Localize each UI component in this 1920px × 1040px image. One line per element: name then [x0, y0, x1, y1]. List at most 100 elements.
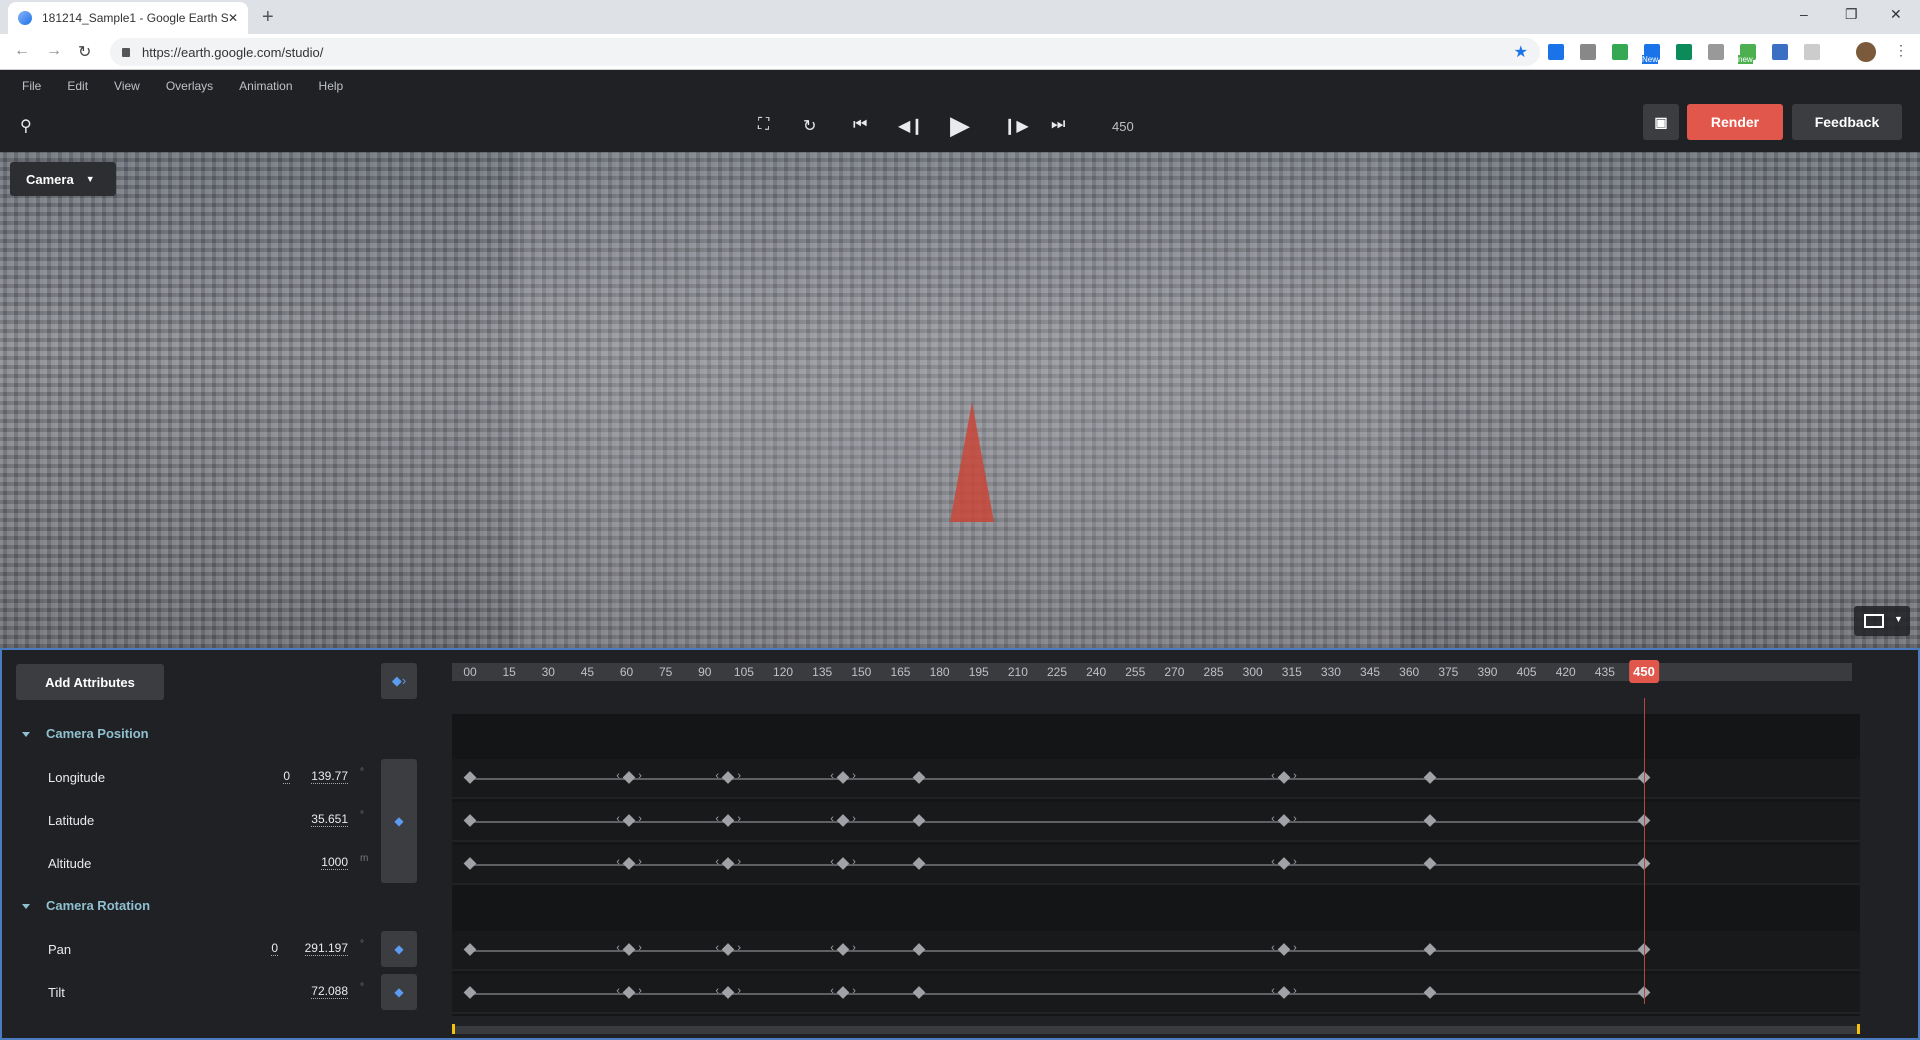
- add-attributes-button[interactable]: Add Attributes: [16, 664, 164, 700]
- keyframe-diamond[interactable]: [721, 986, 735, 999]
- extension-icon[interactable]: [1804, 44, 1820, 60]
- ease-in-handle-icon[interactable]: ‹: [715, 856, 719, 868]
- ease-out-handle-icon[interactable]: ›: [1293, 985, 1297, 997]
- ease-in-handle-icon[interactable]: ‹: [1271, 942, 1275, 954]
- ease-in-handle-icon[interactable]: ‹: [715, 942, 719, 954]
- keyframe-diamond[interactable]: [721, 857, 735, 870]
- ease-out-handle-icon[interactable]: ›: [1293, 770, 1297, 782]
- url-input[interactable]: https://earth.google.com/studio/ ★: [110, 38, 1540, 66]
- ease-in-handle-icon[interactable]: ‹: [830, 856, 834, 868]
- attribute-value-input[interactable]: 139.77: [311, 769, 348, 784]
- keyframe-diamond[interactable]: [1423, 986, 1437, 999]
- search-icon[interactable]: ⚲: [20, 116, 32, 136]
- keyframe-diamond[interactable]: [912, 986, 926, 999]
- back-button[interactable]: ←: [14, 42, 30, 60]
- ease-out-handle-icon[interactable]: ›: [737, 942, 741, 954]
- new-tab-button[interactable]: +: [262, 6, 274, 29]
- ease-in-handle-icon[interactable]: ‹: [830, 813, 834, 825]
- ease-in-handle-icon[interactable]: ‹: [1271, 770, 1275, 782]
- keyframe-diamond[interactable]: [912, 943, 926, 956]
- ease-out-handle-icon[interactable]: ›: [1293, 856, 1297, 868]
- keyframe-diamond[interactable]: [463, 857, 477, 870]
- keyframe-diamond[interactable]: [1277, 986, 1291, 999]
- keyframe-track[interactable]: ‹ › ‹ › ‹ › ‹ ›: [452, 802, 1860, 842]
- keyframe-diamond[interactable]: [463, 814, 477, 827]
- current-frame-marker[interactable]: 450: [1629, 660, 1659, 683]
- ease-out-handle-icon[interactable]: ›: [737, 813, 741, 825]
- keyframe-diamond[interactable]: [463, 986, 477, 999]
- keyframe-diamond[interactable]: [836, 771, 850, 784]
- keyframe-track[interactable]: ‹ › ‹ › ‹ › ‹ ›: [452, 974, 1860, 1014]
- close-tab-icon[interactable]: ✕: [228, 11, 238, 25]
- keyframe-diamond[interactable]: [1423, 771, 1437, 784]
- keyframe-diamond[interactable]: [721, 771, 735, 784]
- ease-out-handle-icon[interactable]: ›: [737, 856, 741, 868]
- revolutions-input[interactable]: 0: [271, 941, 278, 956]
- menu-file[interactable]: File: [22, 79, 41, 93]
- keyframe-diamond[interactable]: [1277, 771, 1291, 784]
- keyframe-diamond[interactable]: [622, 857, 636, 870]
- keyframe-diamond[interactable]: [836, 943, 850, 956]
- keyframe-diamond[interactable]: [622, 814, 636, 827]
- ease-out-handle-icon[interactable]: ›: [852, 813, 856, 825]
- ease-out-handle-icon[interactable]: ›: [852, 856, 856, 868]
- extension-icon[interactable]: New: [1642, 44, 1660, 64]
- fullscreen-icon[interactable]: ⛶: [758, 116, 769, 134]
- ease-in-handle-icon[interactable]: ‹: [616, 985, 620, 997]
- keyframe-button[interactable]: ◆: [381, 931, 417, 967]
- keyframe-diamond[interactable]: [721, 814, 735, 827]
- keyframe-button[interactable]: ◆: [381, 974, 417, 1010]
- ease-out-handle-icon[interactable]: ›: [852, 985, 856, 997]
- ease-out-handle-icon[interactable]: ›: [852, 770, 856, 782]
- attribute-value-input[interactable]: 72.088: [311, 984, 348, 999]
- keyframe-track[interactable]: ‹ › ‹ › ‹ › ‹ ›: [452, 931, 1860, 971]
- feedback-button[interactable]: Feedback: [1792, 104, 1902, 140]
- step-forward-icon[interactable]: ❙▶: [1003, 116, 1029, 136]
- ease-out-handle-icon[interactable]: ›: [737, 985, 741, 997]
- ease-in-handle-icon[interactable]: ‹: [715, 770, 719, 782]
- extension-icon[interactable]: new: [1738, 44, 1756, 64]
- collapse-arrow-icon[interactable]: [22, 904, 30, 910]
- ease-in-handle-icon[interactable]: ‹: [616, 813, 620, 825]
- keyframe-diamond[interactable]: [1277, 814, 1291, 827]
- extension-icon[interactable]: [1612, 44, 1628, 60]
- position-keyframe-button[interactable]: ◆: [381, 759, 417, 883]
- menu-edit[interactable]: Edit: [67, 79, 88, 93]
- browser-tab[interactable]: 181214_Sample1 - Google Earth Studio✕: [8, 2, 248, 34]
- keyframe-diamond[interactable]: [836, 814, 850, 827]
- ease-in-handle-icon[interactable]: ‹: [1271, 813, 1275, 825]
- keyframe-diamond[interactable]: [1277, 943, 1291, 956]
- keyframe-diamond[interactable]: [912, 771, 926, 784]
- extension-icon[interactable]: [1772, 44, 1788, 60]
- ease-in-handle-icon[interactable]: ‹: [830, 770, 834, 782]
- keyframe-diamond[interactable]: [463, 943, 477, 956]
- play-icon[interactable]: ▶: [950, 110, 970, 141]
- skip-to-start-icon[interactable]: ⏮: [853, 116, 867, 134]
- ease-in-handle-icon[interactable]: ‹: [616, 942, 620, 954]
- ease-out-handle-icon[interactable]: ›: [638, 856, 642, 868]
- keyframe-diamond[interactable]: [622, 943, 636, 956]
- keyframe-diamond[interactable]: [622, 986, 636, 999]
- ease-in-handle-icon[interactable]: ‹: [715, 985, 719, 997]
- keyframe-diamond[interactable]: [622, 771, 636, 784]
- minimize-button[interactable]: –: [1800, 6, 1808, 22]
- attribute-value-input[interactable]: 1000: [321, 855, 348, 870]
- keyframe-diamond[interactable]: [836, 857, 850, 870]
- ease-out-handle-icon[interactable]: ›: [737, 770, 741, 782]
- playhead[interactable]: [1644, 698, 1645, 1004]
- 3d-viewport[interactable]: Camera ▼ ▼: [0, 152, 1920, 648]
- attribute-value-input[interactable]: 291.197: [304, 941, 348, 956]
- ease-in-handle-icon[interactable]: ‹: [830, 985, 834, 997]
- browser-menu-icon[interactable]: ⋮: [1894, 42, 1908, 59]
- ease-in-handle-icon[interactable]: ‹: [616, 856, 620, 868]
- ease-out-handle-icon[interactable]: ›: [1293, 813, 1297, 825]
- extension-icon[interactable]: [1580, 44, 1596, 60]
- step-back-icon[interactable]: ◀❙: [898, 116, 924, 136]
- restore-button[interactable]: ❐: [1845, 6, 1858, 23]
- keyframe-track[interactable]: ‹ › ‹ › ‹ › ‹ ›: [452, 759, 1860, 799]
- keyframe-diamond[interactable]: [1277, 857, 1291, 870]
- attribute-group[interactable]: Camera Rotation: [22, 898, 150, 913]
- keyframe-diamond[interactable]: [912, 814, 926, 827]
- attribute-group[interactable]: Camera Position: [22, 726, 149, 741]
- ease-in-handle-icon[interactable]: ‹: [1271, 985, 1275, 997]
